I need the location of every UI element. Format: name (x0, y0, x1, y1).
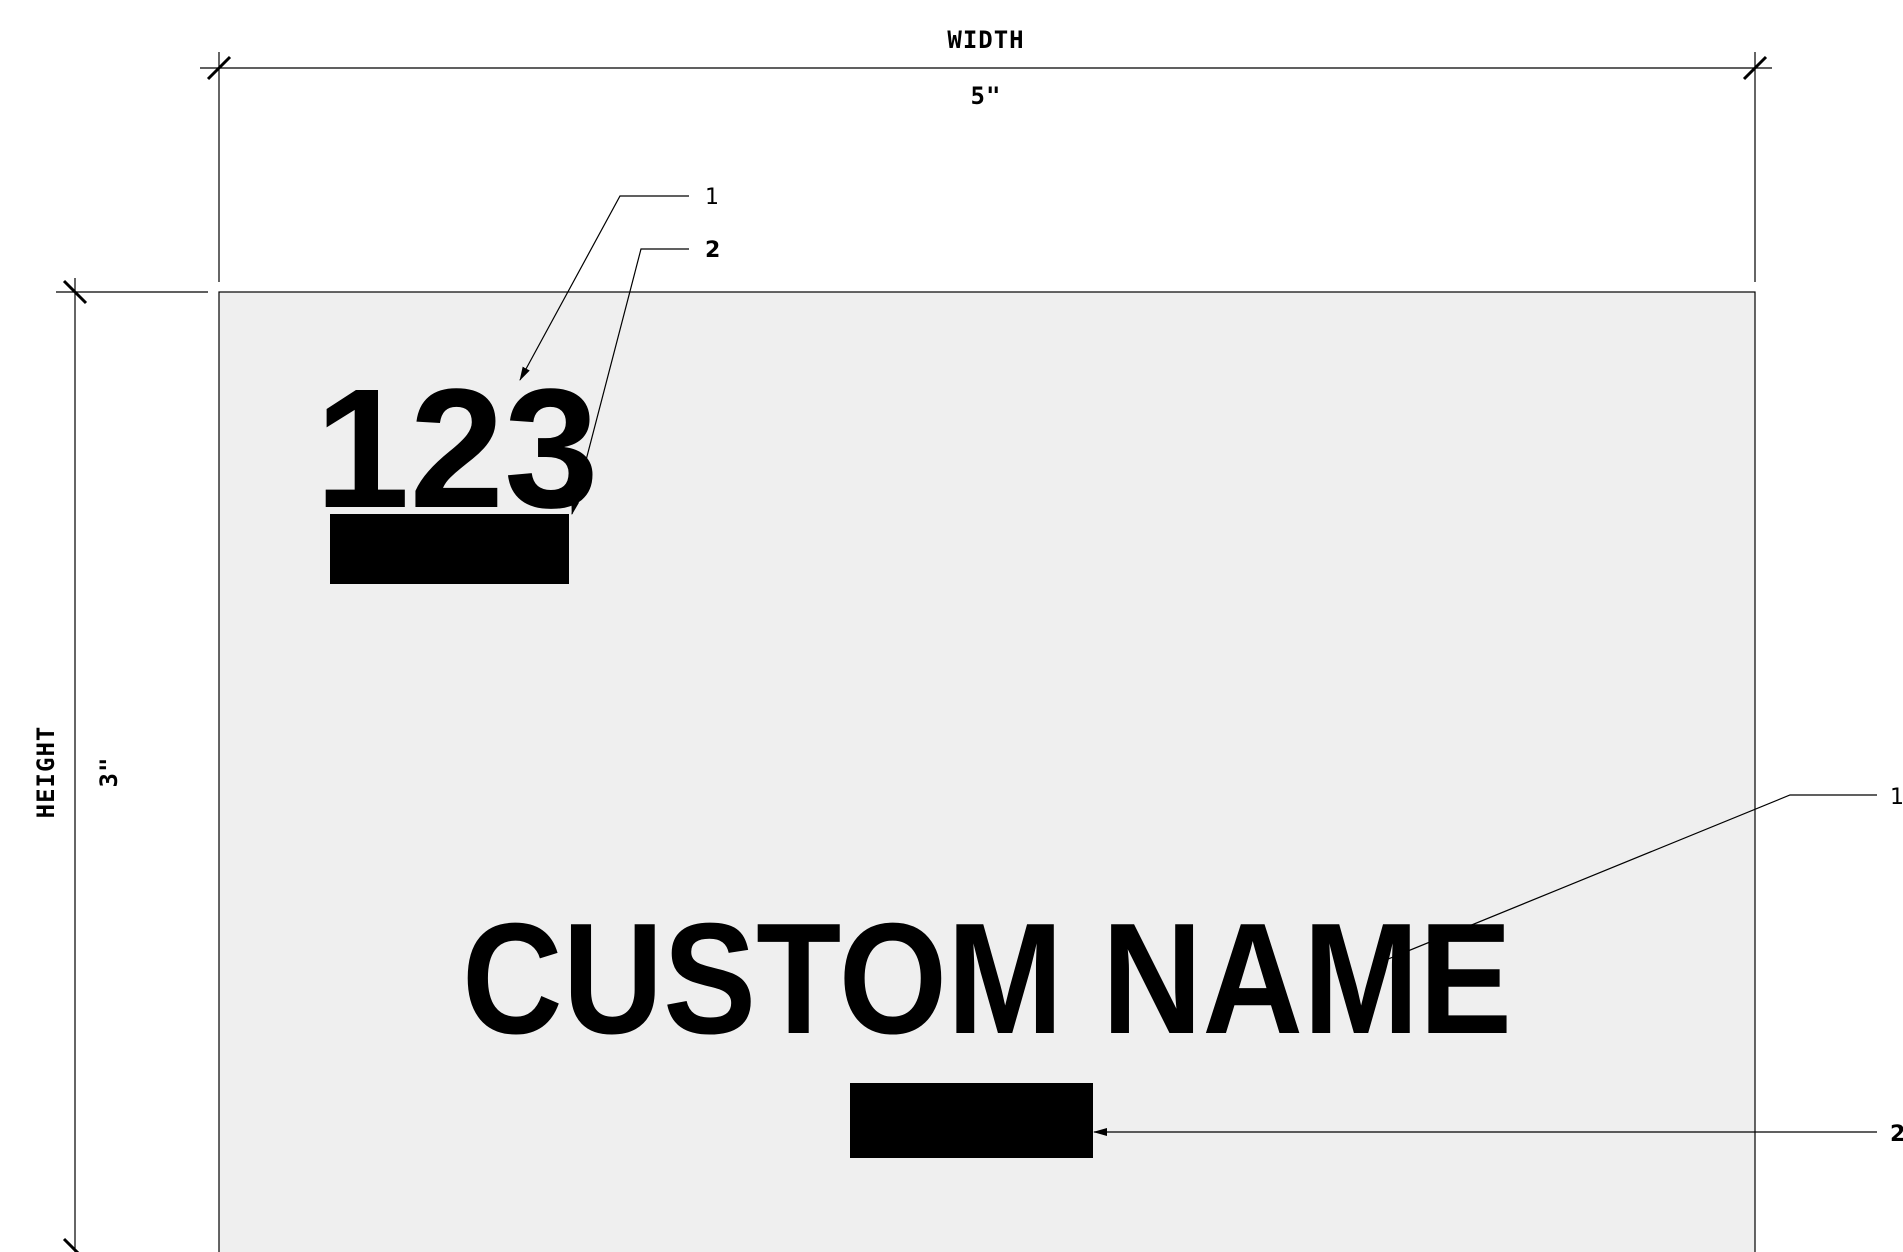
name-raster-bar (850, 1083, 1093, 1158)
width-value: 5" (971, 82, 1002, 110)
custom-name: CUSTOM NAME (462, 891, 1512, 1067)
height-value: 3" (95, 757, 123, 788)
callout-right-1-label: 1 (1890, 785, 1903, 810)
height-label: HEIGHT (32, 726, 60, 819)
height-dimension: HEIGHT 3" (32, 278, 208, 1252)
sign-drawing: WIDTH 5" HEIGHT 3" 123 CUSTOM NAME 1 2 1… (32, 26, 1903, 1252)
callout-right-2-label: 2 (1890, 1122, 1903, 1147)
width-label: WIDTH (947, 26, 1024, 54)
width-dimension: WIDTH 5" (200, 26, 1772, 282)
callout-top-1-label: 1 (705, 185, 719, 210)
number-raster-bar (330, 514, 569, 584)
callout-top-2-label: 2 (705, 238, 720, 263)
